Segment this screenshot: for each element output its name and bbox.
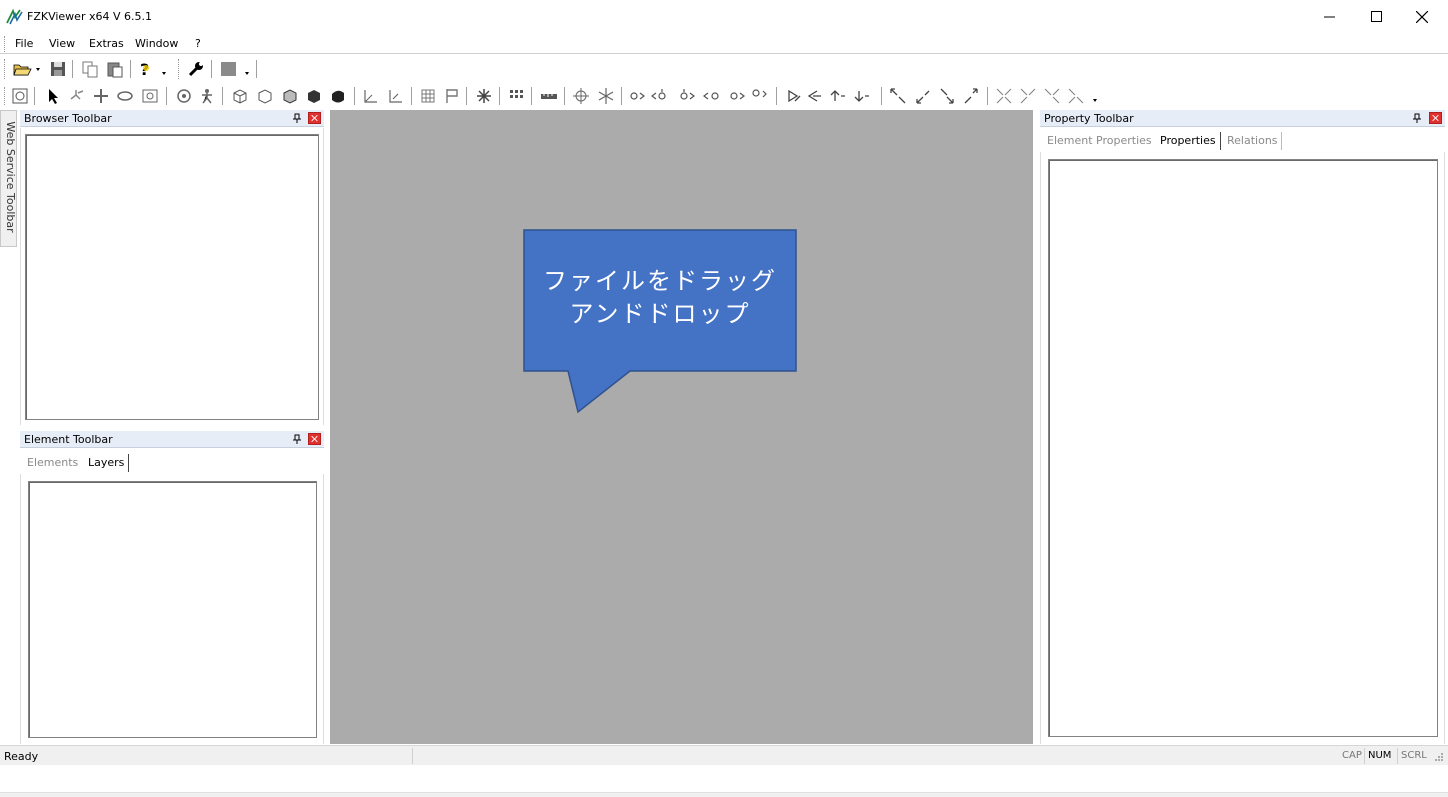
view-toolbar <box>0 84 1106 108</box>
properties-grid[interactable] <box>1048 159 1438 737</box>
toolbar-grip <box>4 59 5 79</box>
dots-grid-icon[interactable] <box>507 87 525 105</box>
element-tabs: Elements Layers <box>20 451 324 473</box>
cube-wire-icon[interactable] <box>231 87 249 105</box>
menu-grip <box>4 36 5 52</box>
snowflake-icon[interactable] <box>597 87 615 105</box>
help-icon[interactable]: ? <box>138 60 170 78</box>
person-icon[interactable] <box>198 87 216 105</box>
scrl-indicator: SCRL <box>1401 750 1427 761</box>
wrench-icon[interactable] <box>187 60 205 78</box>
cap-indicator: CAP <box>1342 750 1362 761</box>
copy-icon[interactable] <box>81 60 99 78</box>
element-panel-title: Element Toolbar <box>24 433 113 446</box>
minimize-button[interactable] <box>1306 0 1352 33</box>
navigation-arrows-icon[interactable] <box>629 87 769 105</box>
maximize-button[interactable] <box>1353 0 1399 33</box>
toolbar-grip <box>178 59 179 79</box>
pin-icon[interactable] <box>1412 113 1422 124</box>
browser-tree[interactable] <box>25 134 319 420</box>
tab-relations[interactable]: Relations <box>1227 134 1278 147</box>
property-panel-title: Property Toolbar <box>1044 112 1134 125</box>
menu-extras[interactable]: Extras <box>89 37 124 50</box>
orbit-icon[interactable] <box>175 87 193 105</box>
flag-icon[interactable] <box>443 87 461 105</box>
menu-file[interactable]: File <box>15 37 33 50</box>
browser-panel-body <box>20 128 324 425</box>
tab-elements[interactable]: Elements <box>27 456 78 469</box>
close-panel-icon[interactable] <box>308 433 321 445</box>
element-panel-header: Element Toolbar <box>20 431 324 448</box>
main-toolbar: ? <box>0 56 258 82</box>
paste-icon[interactable] <box>106 60 124 78</box>
close-panel-icon[interactable] <box>1429 112 1442 124</box>
minimize-icon <box>1323 16 1335 18</box>
axis-grid-icon[interactable] <box>387 87 405 105</box>
web-service-dock-label: Web Service Toolbar <box>4 121 17 233</box>
property-panel-body <box>1040 152 1445 744</box>
browser-panel-title: Browser Toolbar <box>24 112 112 125</box>
menu-window[interactable]: Window <box>135 37 178 50</box>
window-title: FZKViewer x64 V 6.5.1 <box>27 10 152 23</box>
maximize-icon <box>1370 11 1382 22</box>
menu-view[interactable]: View <box>49 37 75 50</box>
tab-layers[interactable]: Layers <box>88 456 124 469</box>
cube-shaded-icon[interactable] <box>281 87 299 105</box>
zoom-window-icon[interactable] <box>141 87 159 105</box>
close-panel-icon[interactable] <box>308 112 321 124</box>
status-bar: Ready CAP NUM SCRL <box>0 745 1448 765</box>
pin-icon[interactable] <box>292 113 302 124</box>
resize-grip-icon[interactable] <box>1434 752 1444 762</box>
move-arrows-icon[interactable] <box>785 87 877 105</box>
grid-icon[interactable] <box>419 87 437 105</box>
select-arrow-icon[interactable] <box>44 87 62 105</box>
hint-line-2: アンドドロップ <box>569 300 751 328</box>
view-direction-icons[interactable] <box>889 87 981 105</box>
color-picker-icon[interactable] <box>219 60 253 78</box>
menu-help[interactable]: ? <box>195 37 201 50</box>
3d-viewport[interactable]: ファイルをドラッグ アンドドロップ <box>330 110 1033 744</box>
element-panel-body <box>20 474 324 744</box>
close-icon <box>1416 10 1428 23</box>
open-folder-icon[interactable] <box>12 60 42 78</box>
bottom-strip <box>0 765 1448 797</box>
layers-list[interactable] <box>28 481 317 738</box>
web-service-dock-tab[interactable]: Web Service Toolbar <box>0 110 17 247</box>
axis-icon[interactable] <box>362 87 380 105</box>
property-tabs: Element Properties Properties Relations <box>1040 129 1445 151</box>
property-panel-header: Property Toolbar <box>1040 110 1445 127</box>
cube-smooth-icon[interactable] <box>329 87 347 105</box>
zoom-extents-icon[interactable] <box>11 87 29 105</box>
status-text: Ready <box>4 750 39 763</box>
measure-icon[interactable] <box>540 87 558 105</box>
cube-hidden-icon[interactable] <box>256 87 274 105</box>
menu-bar: File View Extras Window ? <box>0 34 1448 54</box>
browser-panel-header: Browser Toolbar <box>20 110 324 127</box>
save-icon[interactable] <box>49 60 67 78</box>
tab-element-properties[interactable]: Element Properties <box>1047 134 1152 147</box>
num-indicator: NUM <box>1368 750 1392 761</box>
pan-icon[interactable] <box>92 87 110 105</box>
pin-icon[interactable] <box>292 434 302 445</box>
hint-line-1: ファイルをドラッグ <box>543 267 777 295</box>
cube-solid-icon[interactable] <box>305 87 323 105</box>
explode-icon[interactable] <box>475 87 493 105</box>
rotate-icon[interactable] <box>116 87 134 105</box>
crosshair-icon[interactable] <box>572 87 590 105</box>
drag-drop-hint: ファイルをドラッグ アンドドロップ <box>527 265 793 331</box>
walk-icon[interactable] <box>68 87 86 105</box>
tab-properties[interactable]: Properties <box>1160 134 1216 147</box>
toolbar-grip <box>4 87 5 105</box>
title-bar: FZKViewer x64 V 6.5.1 <box>0 0 1448 33</box>
fzk-logo-icon <box>6 8 23 25</box>
view-direction-gray-icons[interactable] <box>995 87 1103 105</box>
close-window-button[interactable] <box>1399 0 1445 33</box>
